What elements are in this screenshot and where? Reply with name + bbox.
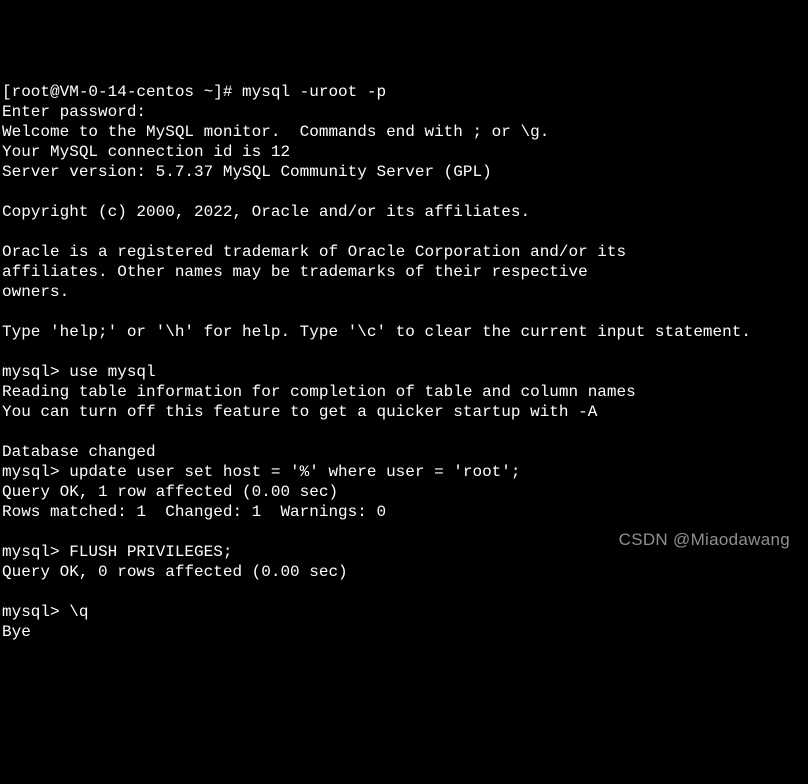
terminal-line: Oracle is a registered trademark of Orac… xyxy=(2,243,626,261)
terminal-line: Query OK, 1 row affected (0.00 sec) xyxy=(2,483,338,501)
terminal-line: Your MySQL connection id is 12 xyxy=(2,143,290,161)
terminal-line: mysql> update user set host = '%' where … xyxy=(2,463,520,481)
terminal-line: Welcome to the MySQL monitor. Commands e… xyxy=(2,123,549,141)
terminal-line: affiliates. Other names may be trademark… xyxy=(2,263,588,281)
terminal-line: mysql> FLUSH PRIVILEGES; xyxy=(2,543,232,561)
terminal-line: You can turn off this feature to get a q… xyxy=(2,403,597,421)
terminal-line: Query OK, 0 rows affected (0.00 sec) xyxy=(2,563,348,581)
terminal-line: mysql> use mysql xyxy=(2,363,156,381)
terminal-line: Type 'help;' or '\h' for help. Type '\c'… xyxy=(2,323,751,341)
terminal-line: mysql> \q xyxy=(2,603,88,621)
terminal-line: Rows matched: 1 Changed: 1 Warnings: 0 xyxy=(2,503,386,521)
terminal-line: Database changed xyxy=(2,443,156,461)
terminal-line: Copyright (c) 2000, 2022, Oracle and/or … xyxy=(2,203,530,221)
terminal-line: Bye xyxy=(2,623,31,641)
watermark-text: CSDN @Miaodawang xyxy=(619,530,790,550)
terminal-line: Server version: 5.7.37 MySQL Community S… xyxy=(2,163,492,181)
terminal-line: [root@VM-0-14-centos ~]# mysql -uroot -p xyxy=(2,83,386,101)
terminal-line: Reading table information for completion… xyxy=(2,383,636,401)
terminal-line: owners. xyxy=(2,283,69,301)
terminal-line: Enter password: xyxy=(2,103,146,121)
terminal-output[interactable]: [root@VM-0-14-centos ~]# mysql -uroot -p… xyxy=(0,80,808,644)
